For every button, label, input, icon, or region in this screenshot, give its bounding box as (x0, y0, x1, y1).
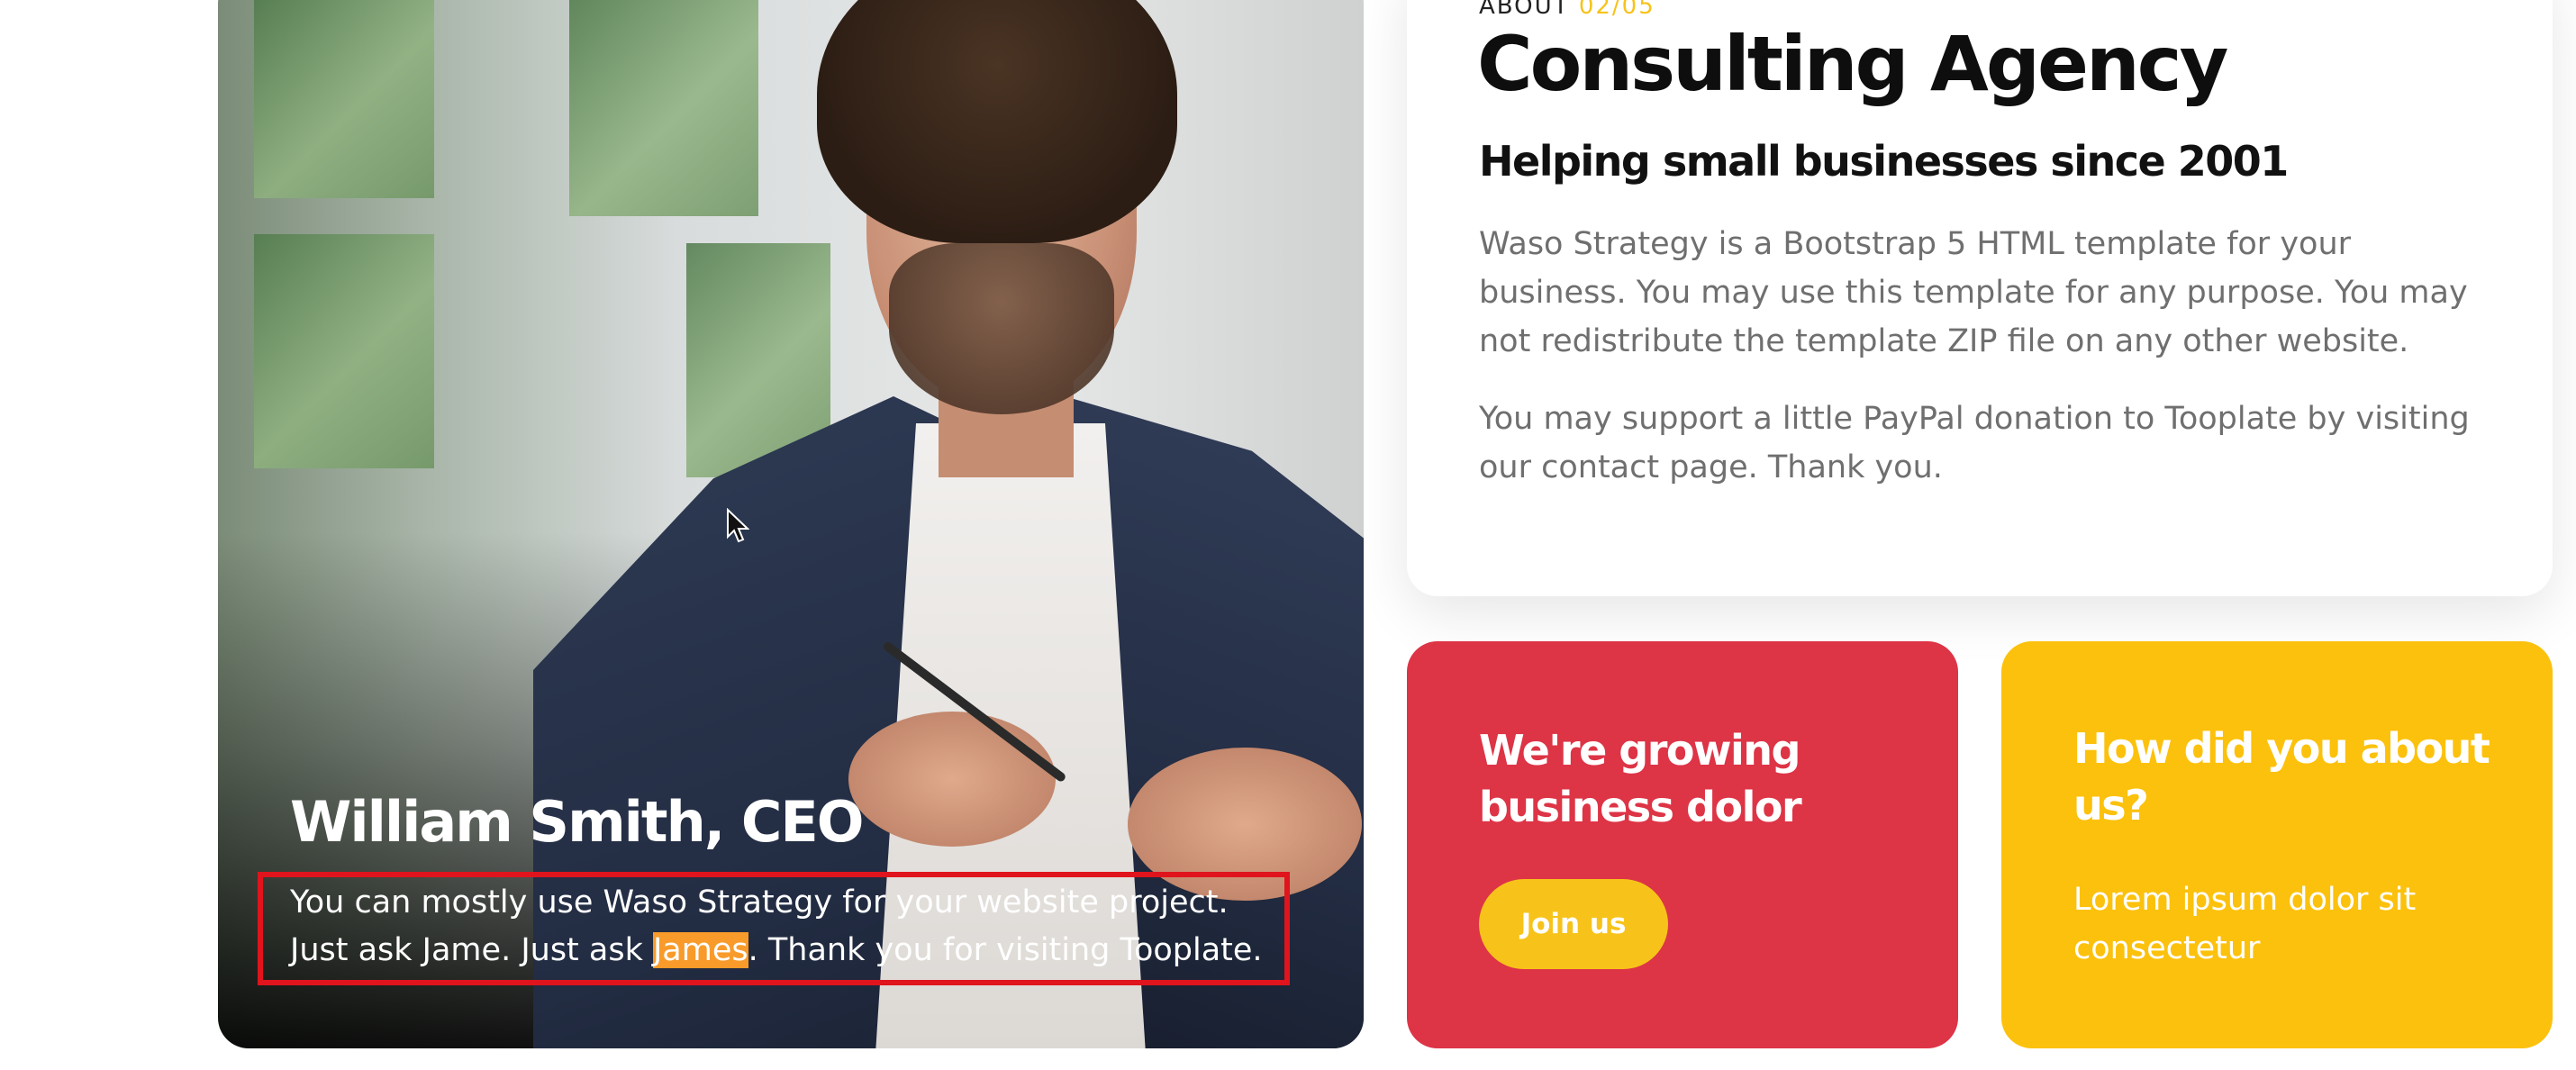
about-subtitle: Helping small businesses since 2001 (1479, 137, 2289, 186)
growing-business-card: We're growing business dolor Join us (1407, 641, 1958, 1048)
mouse-pointer-icon (727, 508, 749, 543)
about-us-card-text: Lorem ipsum dolor sit consectetur (2073, 882, 2417, 966)
about-us-card-title: How did you about us? (2073, 724, 2490, 830)
about-paragraph-2: You may support a little PayPal donation… (1479, 401, 2470, 485)
join-us-button[interactable]: Join us (1479, 879, 1668, 969)
caption-text-end: . Thank you for visiting Tooplate. (748, 932, 1263, 968)
about-title: Consulting Agency (1477, 20, 2228, 108)
selected-text[interactable]: James (652, 932, 748, 968)
section-counter: ABOUT 02/05 (1479, 0, 1655, 20)
window-pane (569, 0, 758, 216)
window-pane (254, 0, 434, 198)
growing-card-title: We're growing business dolor (1479, 726, 1802, 831)
section-index: 02/05 (1578, 0, 1655, 20)
person-hair (817, 0, 1177, 243)
about-paragraph-1: Waso Strategy is a Bootstrap 5 HTML temp… (1479, 226, 2468, 359)
window-pane (254, 234, 434, 468)
about-us-card: How did you about us? Lorem ipsum dolor … (2001, 641, 2553, 1048)
ceo-name: William Smith, CEO (290, 789, 864, 855)
ceo-caption: You can mostly use Waso Strategy for you… (290, 879, 1290, 975)
person-beard (889, 243, 1114, 414)
about-card: ABOUT 02/05 Consulting Agency Helping sm… (1407, 0, 2553, 596)
person-hand (848, 712, 1056, 847)
section-label: ABOUT (1479, 0, 1579, 20)
